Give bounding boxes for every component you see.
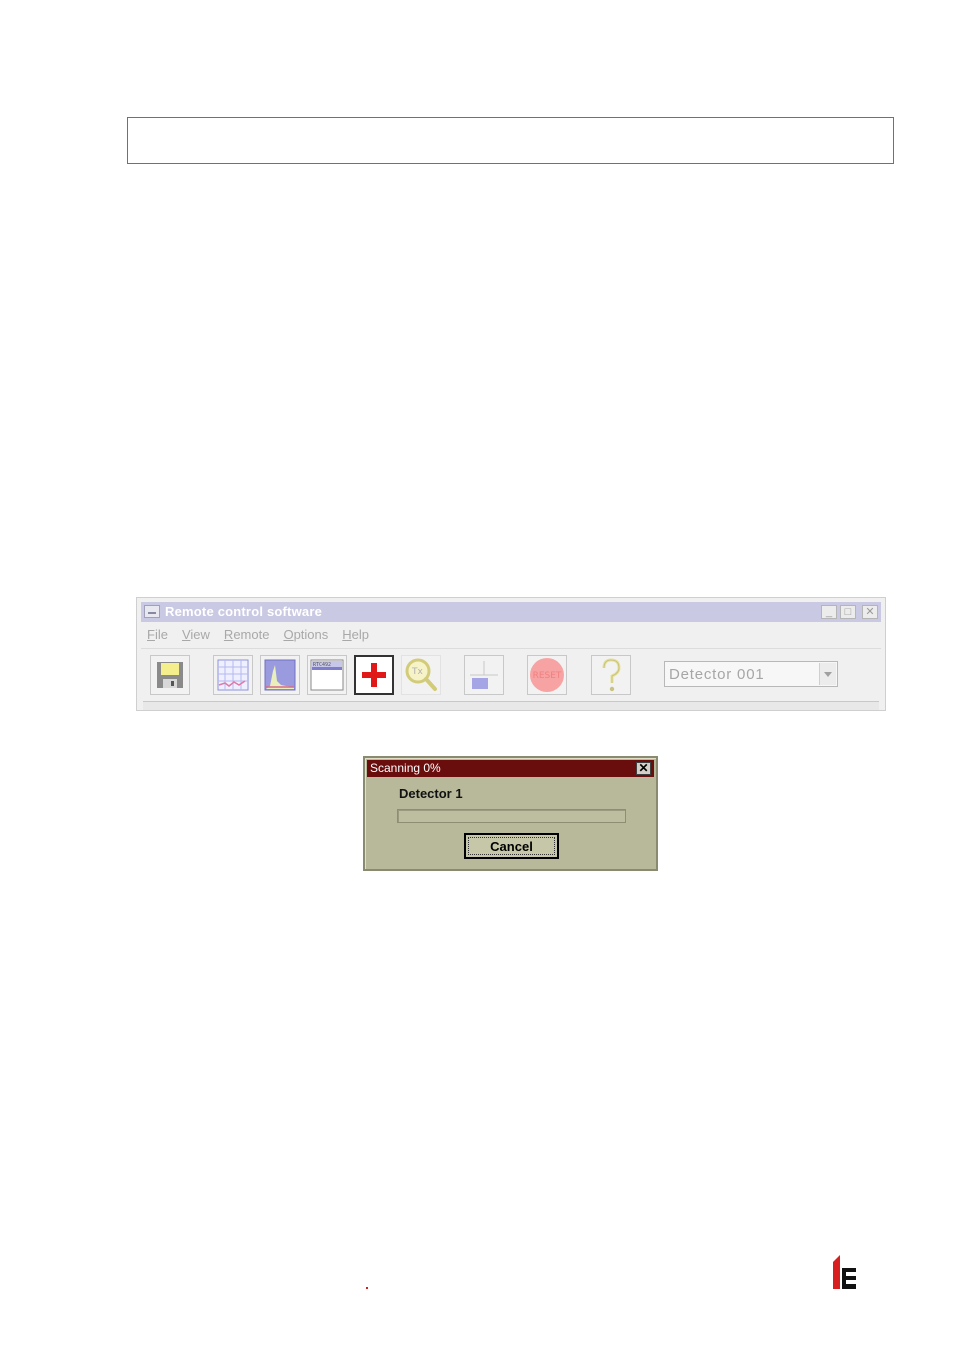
reset-icon: RESET — [530, 658, 564, 692]
dialog-close-button[interactable]: ✕ — [636, 762, 651, 775]
help-button[interactable] — [591, 655, 631, 695]
cancel-button[interactable]: Cancel — [464, 833, 559, 859]
spectrum-chart-icon — [264, 659, 296, 691]
help-icon — [602, 658, 621, 692]
company-logo — [833, 1255, 856, 1289]
add-detector-button[interactable] — [354, 655, 394, 695]
menu-remote[interactable]: Remote — [224, 627, 270, 645]
scanning-dialog: Scanning 0% ✕ Detector 1 Cancel — [363, 756, 658, 871]
app-window: Remote control software _ □ ✕ File View … — [136, 597, 886, 711]
menu-options[interactable]: Options — [283, 627, 328, 645]
minimize-button[interactable]: _ — [821, 605, 837, 619]
dialog-titlebar[interactable]: Scanning 0% ✕ — [367, 760, 654, 777]
status-bar — [143, 701, 879, 710]
grid-chart-button[interactable] — [213, 655, 253, 695]
display-button[interactable] — [464, 655, 504, 695]
system-menu-icon[interactable] — [144, 605, 160, 618]
window-panel-button[interactable]: RTC492 — [307, 655, 347, 695]
display-icon — [470, 661, 498, 689]
tx-magnifier-icon: Tx — [405, 658, 437, 691]
menubar: File View Remote Options Help — [147, 627, 369, 645]
app-titlebar[interactable]: Remote control software _ □ ✕ — [141, 602, 881, 622]
dialog-detector-label: Detector 1 — [399, 786, 463, 801]
menu-help[interactable]: Help — [342, 627, 369, 645]
svg-text:Tx: Tx — [411, 667, 423, 677]
menu-view[interactable]: View — [182, 627, 210, 645]
transmit-search-button[interactable]: Tx — [401, 655, 441, 695]
detector-select[interactable]: Detector 001 — [664, 661, 838, 687]
red-cross-icon — [362, 663, 386, 687]
chevron-down-icon[interactable] — [819, 663, 836, 685]
svg-text:RTC492: RTC492 — [313, 662, 331, 668]
reset-button[interactable]: RESET — [527, 655, 567, 695]
grid-chart-icon — [217, 659, 249, 691]
cancel-button-label: Cancel — [490, 838, 533, 854]
menu-file[interactable]: File — [147, 627, 168, 645]
reset-label: RESET — [533, 671, 562, 681]
spectrum-button[interactable] — [260, 655, 300, 695]
save-button[interactable] — [150, 655, 190, 695]
app-title: Remote control software — [165, 604, 323, 619]
header-box — [127, 117, 894, 164]
close-button[interactable]: ✕ — [862, 605, 878, 619]
footer-dot — [366, 1287, 368, 1289]
detector-select-value: Detector 001 — [669, 666, 765, 683]
window-panel-icon: RTC492 — [310, 659, 344, 691]
scan-progress-bar — [397, 809, 626, 823]
save-icon — [157, 662, 183, 688]
dialog-title: Scanning 0% — [370, 761, 441, 775]
toolbar-separator — [141, 648, 881, 649]
maximize-button[interactable]: □ — [840, 605, 856, 619]
